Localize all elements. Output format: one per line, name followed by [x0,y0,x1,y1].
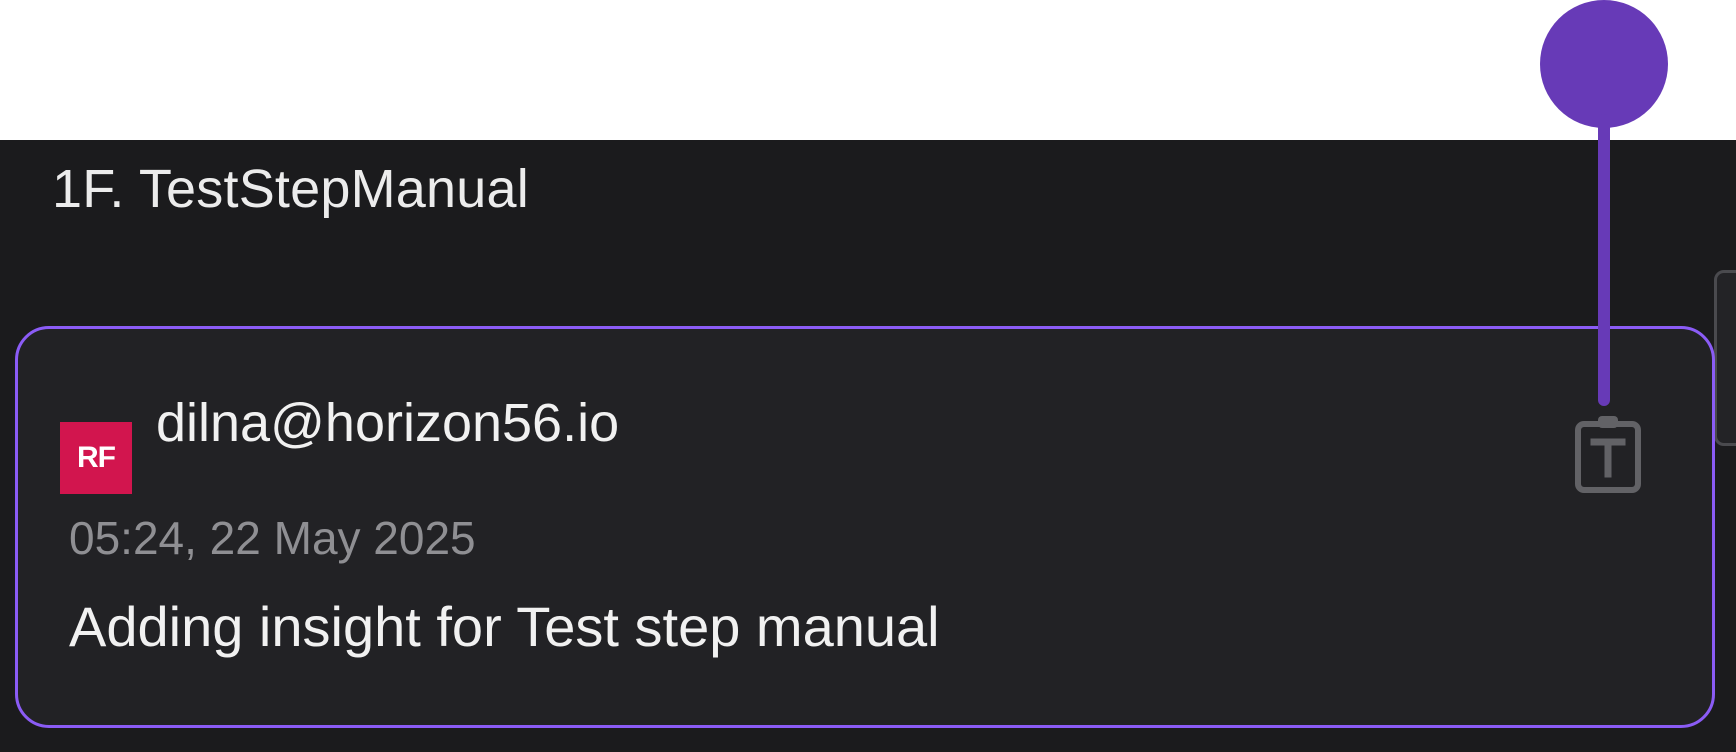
clipboard-action-button[interactable] [1570,413,1646,497]
insight-text: Adding insight for Test step manual [69,595,940,658]
author-email: dilna@horizon56.io [156,393,620,453]
clipboard-text-icon [1575,416,1641,493]
screenshot-stage: 1F. TestStepManual RF dilna@horizon56.io… [0,0,1736,752]
test-step-panel: 1F. TestStepManual RF dilna@horizon56.io… [0,140,1736,752]
avatar: RF [60,422,132,494]
top-whitespace [0,0,1736,140]
panel-title: 1F. TestStepManual [52,159,529,219]
side-panel-handle[interactable] [1714,270,1736,446]
avatar-initials: RF [77,441,116,474]
insight-card[interactable]: RF dilna@horizon56.io 05:24, 22 May 2025… [15,326,1715,728]
insight-timestamp: 05:24, 22 May 2025 [69,512,476,564]
